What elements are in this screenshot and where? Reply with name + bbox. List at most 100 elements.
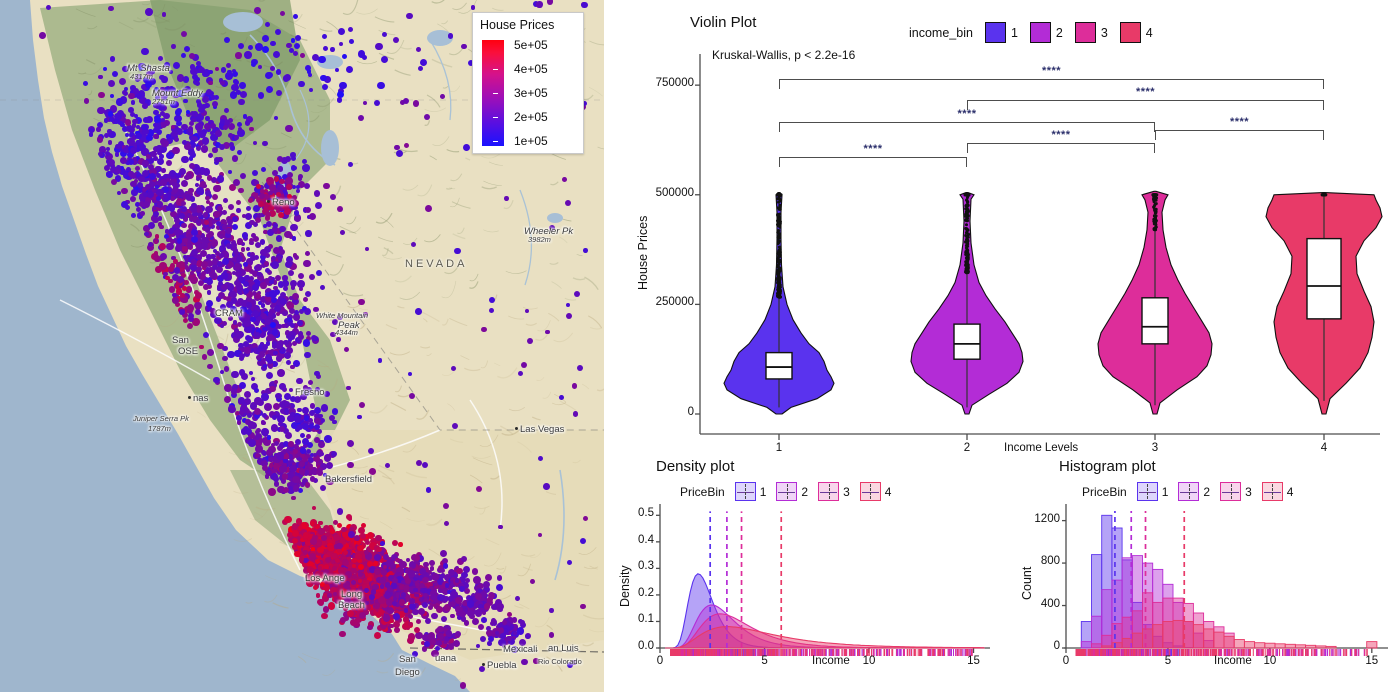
house-price-point: [236, 208, 241, 213]
house-price-point: [143, 191, 149, 197]
house-price-point: [234, 250, 239, 255]
house-price-point: [390, 563, 396, 569]
house-price-point: [413, 100, 420, 107]
house-price-point: [295, 184, 300, 190]
violin-svg: [695, 54, 1383, 440]
house-price-point: [181, 222, 187, 229]
house-price-point: [215, 221, 221, 227]
house-price-point: [417, 65, 423, 72]
house-price-point: [278, 248, 285, 255]
house-price-point: [496, 575, 503, 581]
tick-mark: [493, 117, 498, 118]
house-price-point: [488, 308, 494, 314]
house-price-point: [257, 92, 265, 99]
house-price-point: [429, 566, 435, 571]
outlier-point: [965, 218, 968, 222]
house-price-point: [447, 33, 454, 39]
house-price-point: [183, 279, 189, 285]
outlier-point: [965, 246, 969, 250]
house-price-point: [308, 457, 313, 463]
bracket-line: [779, 79, 1324, 81]
house-price-point: [306, 69, 312, 74]
house-price-point: [314, 558, 320, 564]
outlier-point: [777, 273, 781, 277]
house-price-point: [423, 640, 430, 647]
house-price-point: [428, 604, 434, 610]
outlier-point: [777, 193, 781, 197]
house-price-point: [251, 232, 257, 238]
house-price-point: [308, 552, 316, 560]
house-price-point: [291, 529, 299, 537]
house-price-point: [283, 285, 288, 291]
house-price-point: [113, 118, 119, 124]
bracket-line: [1155, 130, 1324, 132]
house-price-point: [291, 522, 299, 530]
outlier-point: [1323, 193, 1327, 197]
house-price-point: [256, 212, 262, 218]
house-price-point: [206, 363, 213, 370]
house-price-point: [341, 526, 347, 532]
house-price-point: [187, 149, 195, 157]
bracket-tick-right: [1154, 143, 1156, 153]
outlier-point: [778, 295, 782, 299]
house-price-point: [257, 272, 263, 278]
house-price-point: [163, 193, 168, 199]
outlier-point: [965, 240, 969, 244]
house-price-point: [346, 610, 354, 618]
house-price-point: [205, 299, 213, 307]
violin-y-axis-title: House Prices: [636, 215, 650, 290]
house-price-point: [237, 121, 242, 127]
house-price-point: [201, 96, 209, 104]
house-price-point: [182, 254, 187, 259]
house-price-point: [161, 12, 167, 17]
house-price-point: [109, 56, 115, 62]
house-price-point: [190, 258, 197, 265]
house-price-point: [343, 606, 348, 611]
house-price-point: [536, 1, 543, 8]
map-panel[interactable]: NEVADA Reno Las Vegas Los Ange Long Beach San D…: [0, 0, 604, 692]
map-legend-ticks: 5e+05 4e+05 3e+05 2e+05 1e+05: [493, 38, 574, 148]
house-price-point: [442, 563, 449, 569]
house-price-point: [548, 632, 555, 638]
outlier-point: [778, 236, 782, 240]
house-price-point: [130, 100, 136, 105]
house-price-point: [191, 202, 197, 209]
house-price-point: [270, 40, 276, 47]
house-price-point: [254, 331, 260, 337]
house-price-point: [213, 184, 221, 193]
house-price-point: [520, 620, 525, 625]
outlier-point: [778, 197, 782, 201]
house-price-point: [206, 348, 214, 356]
house-price-point: [210, 308, 217, 314]
house-price-point: [317, 527, 325, 535]
house-price-point: [165, 229, 170, 234]
house-price-point: [566, 313, 572, 320]
house-price-point: [314, 417, 321, 424]
house-price-point: [262, 140, 268, 147]
map-legend: House Prices 5e+05 4e+05 3e+05 2e+05 1e+05: [472, 12, 584, 154]
house-price-point: [250, 316, 256, 322]
house-price-point: [330, 47, 335, 52]
map-legend-tick: 5e+05: [504, 38, 574, 52]
house-price-point: [336, 542, 343, 550]
house-price-point: [329, 528, 336, 534]
house-price-point: [153, 122, 162, 130]
house-price-point: [347, 599, 353, 605]
house-price-point: [167, 265, 175, 272]
house-price-point: [159, 74, 165, 81]
house-price-point: [292, 360, 300, 367]
house-price-point: [349, 39, 354, 45]
house-price-point: [290, 223, 298, 231]
house-price-point: [130, 147, 137, 154]
house-price-point: [151, 216, 159, 224]
house-price-point: [459, 586, 465, 592]
house-price-point: [327, 592, 332, 598]
house-price-point: [559, 394, 564, 400]
house-price-point: [259, 238, 266, 245]
house-price-point: [302, 164, 310, 172]
house-price-point: [495, 583, 504, 591]
house-price-point: [356, 414, 362, 420]
house-price-point: [340, 617, 346, 623]
house-price-point: [364, 600, 369, 605]
house-price-point: [533, 658, 539, 664]
